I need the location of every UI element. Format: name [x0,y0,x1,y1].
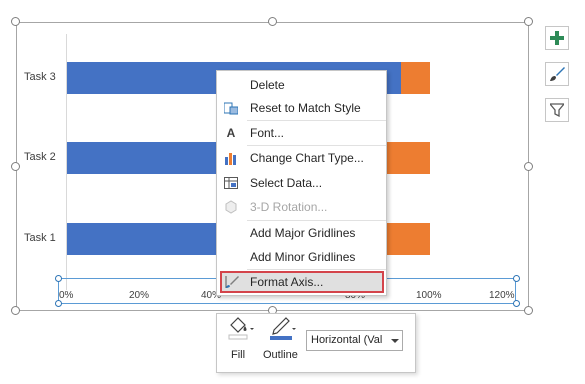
x-tick-label: 0% [59,290,74,301]
select-data-icon [223,175,239,191]
menu-item-label: Select Data... [250,176,323,190]
menu-item-label: 3-D Rotation... [250,200,328,214]
menu-separator [247,269,386,270]
menu-item-format-axis[interactable]: Format Axis... [220,271,384,293]
filter-icon [550,103,564,117]
category-label: Task 3 [24,71,56,83]
menu-item-label: Add Minor Gridlines [250,250,356,264]
menu-item-select-data[interactable]: Select Data... [217,172,386,194]
outline-button[interactable] [268,317,298,341]
menu-item-add-minor-gridlines[interactable]: Add Minor Gridlines [217,246,386,268]
chart-type-icon [223,150,239,166]
resize-handle-bottom-left[interactable] [11,306,20,315]
menu-separator [247,120,386,121]
paint-bucket-icon [228,317,254,340]
selector-value: Horizontal (Val [311,334,383,346]
pen-outline-icon [270,317,296,340]
x-tick-label: 100% [416,290,442,301]
menu-item-label: Format Axis... [250,275,324,289]
x-tick-label: 20% [129,290,150,301]
fill-button[interactable] [226,317,256,341]
reset-style-icon [223,100,239,116]
category-label: Task 1 [24,232,56,244]
category-label: Task 2 [24,151,56,163]
menu-separator [247,220,386,221]
bar-task2-orange[interactable] [386,142,430,174]
context-menu: Delete Reset to Match Style A Font... Ch… [216,70,387,296]
menu-item-label: Delete [250,78,285,92]
menu-item-label: Font... [250,126,285,140]
format-axis-icon [224,274,240,290]
resize-handle-bottom-right[interactable] [524,306,533,315]
axis-handle[interactable] [513,275,520,282]
chevron-down-icon [391,339,399,343]
font-icon: A [226,126,236,140]
brush-icon [550,67,565,81]
resize-handle-right[interactable] [524,162,533,171]
menu-item-3d-rotation: 3-D Rotation... [217,196,386,218]
axis-handle[interactable] [55,300,62,307]
menu-item-label: Change Chart Type... [250,151,364,165]
x-tick-label: 120% [489,290,515,301]
menu-item-label: Add Major Gridlines [250,226,356,240]
chart-filters-button[interactable] [545,98,569,122]
axis-handle[interactable] [513,300,520,307]
resize-handle-top[interactable] [268,17,277,26]
chart-element-selector[interactable]: Horizontal (Val [306,330,403,351]
menu-item-add-major-gridlines[interactable]: Add Major Gridlines [217,222,386,244]
bar-task1-orange[interactable] [386,223,430,255]
axis-handle[interactable] [55,275,62,282]
menu-item-delete[interactable]: Delete [217,74,386,96]
chart-elements-button[interactable] [545,26,569,50]
resize-handle-top-right[interactable] [524,17,533,26]
outline-label: Outline [263,349,298,361]
rotation-icon [223,199,239,215]
resize-handle-top-left[interactable] [11,17,20,26]
resize-handle-left[interactable] [11,162,20,171]
plus-icon [550,31,564,45]
menu-item-label: Reset to Match Style [250,101,361,115]
menu-item-reset-style[interactable]: Reset to Match Style [217,97,386,119]
fill-label: Fill [231,349,246,361]
bar-task3-orange[interactable] [401,62,430,94]
menu-separator [247,145,386,146]
menu-item-font[interactable]: A Font... [217,122,386,144]
menu-item-change-chart-type[interactable]: Change Chart Type... [217,147,386,169]
chart-styles-button[interactable] [545,62,569,86]
